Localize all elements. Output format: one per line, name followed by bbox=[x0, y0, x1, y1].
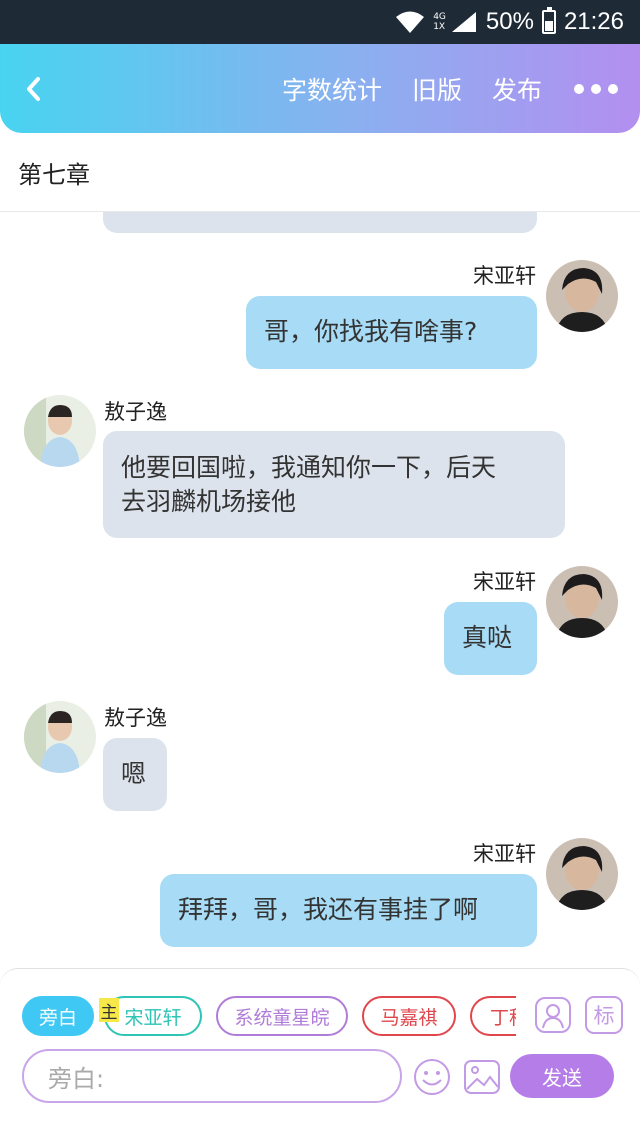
word-count-button[interactable]: 字数统计 bbox=[282, 71, 382, 107]
sender-name: 宋亚轩 bbox=[473, 264, 536, 288]
message-text: 嗯 bbox=[121, 759, 147, 788]
message-text: 他要回国啦，我通知你一下，后天 bbox=[121, 453, 497, 482]
message-text: 去羽麟机场接他 bbox=[121, 487, 297, 516]
header-actions: 字数统计 旧版 发布 bbox=[282, 44, 618, 133]
clock: 21:26 bbox=[563, 8, 624, 35]
sender-name: 敖子逸 bbox=[104, 706, 167, 730]
composer-panel: 旁白 宋亚轩 主 系统童星皖 马嘉祺 丁程 标 旁白: 发送 bbox=[0, 968, 640, 1138]
chapter-title[interactable]: 第七章 bbox=[0, 133, 640, 212]
message-bubble[interactable]: 他要回国啦，我通知你一下，后天 去羽麟机场接他 bbox=[103, 431, 565, 538]
message-input[interactable]: 旁白: bbox=[22, 1049, 402, 1103]
image-icon[interactable] bbox=[462, 1057, 502, 1097]
previous-message-bubble bbox=[103, 212, 537, 233]
network-type-bottom: 1X bbox=[433, 22, 446, 32]
avatar-ao[interactable] bbox=[24, 395, 96, 467]
tag-button-label: 标 bbox=[593, 1004, 615, 1028]
status-bar: 4G 1X 50% 21:26 bbox=[0, 0, 640, 44]
more-options-icon[interactable] bbox=[574, 83, 618, 94]
role-manage-icon[interactable] bbox=[534, 996, 572, 1034]
message-text: 哥，你找我有啥事? bbox=[264, 317, 478, 346]
back-arrow-icon[interactable] bbox=[18, 72, 52, 106]
message-bubble[interactable]: 嗯 bbox=[103, 738, 167, 811]
publish-button[interactable]: 发布 bbox=[492, 71, 542, 107]
message-text: 真哒 bbox=[462, 623, 513, 652]
old-version-button[interactable]: 旧版 bbox=[412, 71, 462, 107]
sender-name: 敖子逸 bbox=[104, 400, 167, 424]
sender-name: 宋亚轩 bbox=[473, 570, 536, 594]
app-header: 字数统计 旧版 发布 bbox=[0, 44, 640, 133]
send-button[interactable]: 发送 bbox=[510, 1054, 614, 1098]
role-chip-narration[interactable]: 旁白 bbox=[22, 996, 94, 1036]
tag-button[interactable]: 标 bbox=[585, 996, 623, 1034]
message-bubble[interactable]: 真哒 bbox=[444, 602, 537, 675]
avatar-song[interactable] bbox=[546, 260, 618, 332]
battery-percent: 50% bbox=[485, 8, 534, 35]
role-chip-ding-label: 丁程 bbox=[490, 1006, 516, 1029]
chat-area: 宋亚轩 哥，你找我有啥事? 敖子逸 他要回国啦，我通知你一下，后天 去羽麟机场接… bbox=[0, 212, 640, 968]
message-text: 拜拜，哥，我还有事挂了啊 bbox=[178, 895, 479, 924]
message-bubble[interactable]: 哥，你找我有啥事? bbox=[246, 296, 537, 369]
emoji-icon[interactable] bbox=[412, 1057, 452, 1097]
avatar-ao[interactable] bbox=[24, 701, 96, 773]
input-placeholder: 旁白: bbox=[48, 1064, 105, 1093]
signal-icon bbox=[451, 12, 476, 32]
avatar-song[interactable] bbox=[546, 838, 618, 910]
message-bubble[interactable]: 拜拜，哥，我还有事挂了啊 bbox=[160, 874, 537, 947]
network-badge: 4G 1X bbox=[433, 12, 446, 32]
role-chip-ding[interactable]: 丁程 bbox=[470, 996, 516, 1036]
role-chip-ma[interactable]: 马嘉祺 bbox=[362, 996, 456, 1036]
sender-name: 宋亚轩 bbox=[473, 842, 536, 866]
network-type-top: 4G bbox=[433, 12, 446, 22]
main-role-tag: 主 bbox=[99, 998, 119, 1023]
wifi-icon bbox=[396, 11, 425, 33]
editor-screen: 4G 1X 50% 21:26 字数统计 旧版 发布 第七章 宋亚轩 哥，你找我… bbox=[0, 0, 640, 1138]
avatar-song[interactable] bbox=[546, 566, 618, 638]
role-chip-system[interactable]: 系统童星皖 bbox=[216, 996, 348, 1036]
battery-icon bbox=[541, 7, 556, 34]
